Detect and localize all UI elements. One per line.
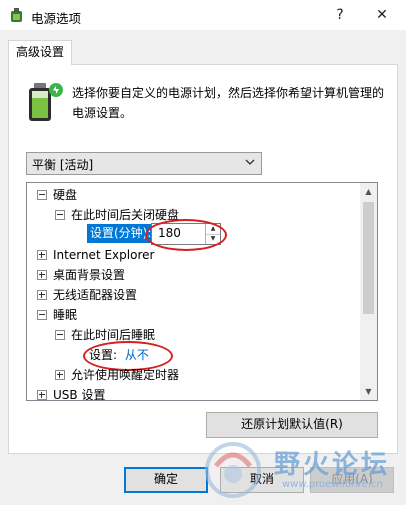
tree-item-label: 硬盘 [53, 188, 78, 202]
description-text: 选择你要自定义的电源计划，然后选择你希望计算机管理的电源设置。 [72, 86, 385, 120]
scroll-down-icon[interactable]: ▼ [360, 383, 377, 400]
expand-icon[interactable] [37, 270, 47, 280]
tree-item-label: 在此时间后关闭硬盘 [71, 208, 180, 222]
expand-icon[interactable] [37, 290, 47, 300]
tree-item-wireless[interactable]: 无线适配器设置 [37, 286, 137, 304]
annotation-circle [145, 219, 227, 251]
tree-item-label: 桌面背景设置 [53, 268, 126, 282]
tree-item-label: 允许使用唤醒定时器 [71, 368, 180, 382]
collapse-icon[interactable] [37, 190, 47, 200]
collapse-icon[interactable] [55, 210, 65, 220]
tree-item-label: 睡眠 [53, 308, 78, 322]
collapse-icon[interactable] [55, 330, 65, 340]
tree-item-label: 在此时间后睡眠 [71, 328, 156, 342]
close-button[interactable]: ✕ [368, 4, 396, 26]
tree-item-label: Internet Explorer [53, 248, 155, 262]
window-title: 电源选项 [31, 11, 82, 26]
battery-icon [29, 83, 63, 121]
restore-defaults-button[interactable]: 还原计划默认值(R) [206, 412, 378, 438]
scroll-thumb[interactable] [363, 202, 374, 314]
tree-item-ie[interactable]: Internet Explorer [37, 246, 154, 264]
power-plan-select[interactable]: 平衡 [活动] [26, 152, 262, 175]
power-plan-value: 平衡 [活动] [32, 158, 94, 172]
settings-tree[interactable]: 硬盘 在此时间后关闭硬盘 设置(分钟): 180 ▲ ▼ Internet Ex… [26, 182, 378, 401]
expand-icon[interactable] [37, 390, 47, 400]
watermark-url: www.proewildfire.cn [282, 479, 383, 490]
tree-item-desktop-bg[interactable]: 桌面背景设置 [37, 266, 125, 284]
tree-item-sleep[interactable]: 睡眠 [37, 306, 77, 324]
scroll-up-icon[interactable]: ▲ [360, 183, 377, 200]
expand-icon[interactable] [55, 370, 65, 380]
power-options-icon [11, 8, 22, 22]
tab-advanced-settings[interactable]: 高级设置 [8, 40, 72, 65]
tree-item-wake-timers[interactable]: 允许使用唤醒定时器 [55, 366, 179, 384]
collapse-icon[interactable] [37, 310, 47, 320]
tree-scrollbar[interactable]: ▲ ▼ [360, 183, 377, 400]
tree-item-usb[interactable]: USB 设置 [37, 386, 106, 401]
tree-item-hard-disk[interactable]: 硬盘 [37, 186, 77, 204]
chevron-down-icon [245, 159, 255, 165]
watermark-text: 野火论坛 [274, 450, 391, 480]
tree-item-label: 无线适配器设置 [53, 288, 138, 302]
watermark-logo [205, 442, 261, 498]
title-bar: 电源选项 ? ✕ [0, 0, 406, 30]
help-button[interactable]: ? [326, 4, 354, 26]
expand-icon[interactable] [37, 250, 47, 260]
tree-item-label: USB 设置 [53, 388, 106, 401]
